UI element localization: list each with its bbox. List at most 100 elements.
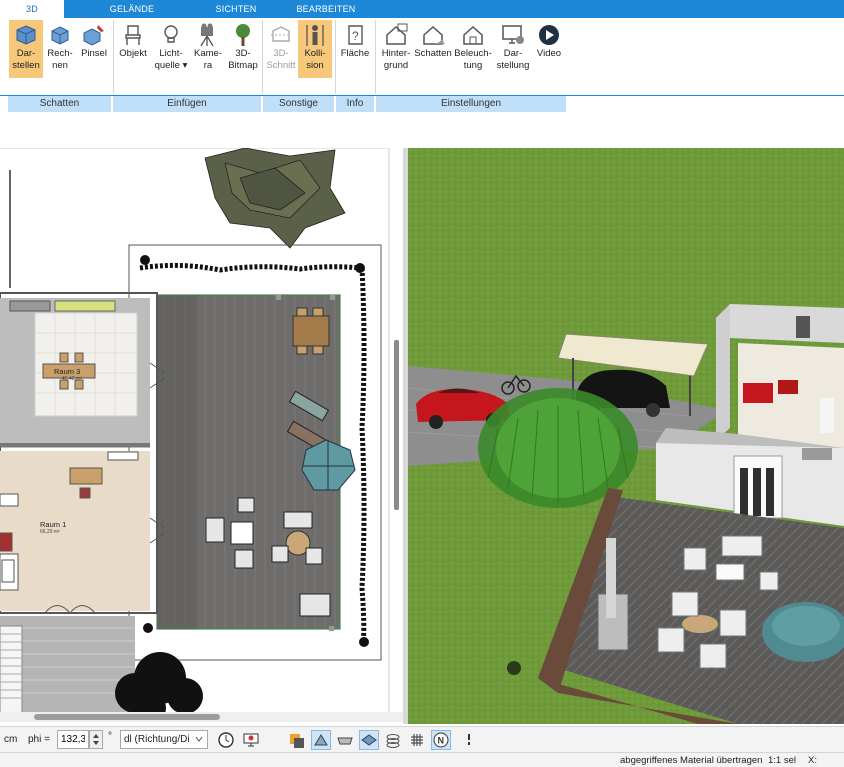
rechnen-button[interactable]: Rech- nen — [45, 20, 75, 78]
darstellen-label-1: Dar- — [16, 48, 36, 59]
schatten-label: Schatten — [414, 48, 452, 59]
more-icon[interactable] — [459, 730, 479, 750]
room-label-raum3: Raum 3 — [54, 367, 81, 376]
rechnen-label-2: nen — [52, 60, 68, 71]
beleuchtung-label-2: tung — [463, 60, 483, 71]
phi-label: phi = — [28, 734, 50, 745]
cursor-snap-icon[interactable] — [311, 730, 331, 750]
grid-icon[interactable] — [407, 730, 427, 750]
svg-text:?: ? — [352, 29, 359, 43]
bitmap-3d-label-2: Bitmap — [228, 60, 258, 71]
tab-sichten[interactable]: SICHTEN — [200, 0, 272, 18]
area-question-icon: ? — [348, 25, 363, 45]
darstellung-label-2: stellung — [496, 60, 530, 71]
tab-gelaende[interactable]: GELÄNDE — [96, 0, 168, 18]
house-background-icon — [386, 23, 408, 45]
flaeche-button[interactable]: ? Fläche — [338, 20, 372, 78]
beleuchtung-label-1: Beleuch- — [454, 48, 492, 59]
lichtquelle-label-1: Licht- — [159, 48, 183, 59]
pinsel-button[interactable]: Pinsel — [78, 20, 110, 78]
kollision-button[interactable]: Kolli- sion — [298, 20, 332, 78]
group-label-sonstige: Sonstige — [263, 96, 335, 112]
rechnen-label-1: Rech- — [47, 48, 73, 59]
kamera-label-2: ra — [203, 60, 213, 71]
stepper-arrows-icon — [93, 734, 99, 745]
lichtquelle-button[interactable]: Licht- quelle ▾ — [153, 20, 189, 78]
clock-icon[interactable] — [216, 730, 236, 750]
darstellen-button[interactable]: Dar- stellen — [9, 20, 43, 78]
tab-bearbeiten[interactable]: BEARBEITEN — [290, 0, 362, 18]
degree-label: ° — [108, 731, 112, 742]
group-separator — [335, 20, 336, 94]
room-label-raum1: Raum 1 — [40, 520, 67, 529]
kamera-label-1: Kame- — [194, 48, 222, 59]
schnitt-3d-label-2: Schnitt — [266, 60, 296, 71]
video-label: Video — [536, 48, 562, 59]
north-icon[interactable]: N — [431, 730, 451, 750]
schnitt-3d-button[interactable]: 3D- Schnitt — [265, 20, 297, 78]
objekt-button[interactable]: Objekt — [116, 20, 150, 78]
objekt-label: Objekt — [119, 48, 147, 59]
surface-icon[interactable] — [359, 730, 379, 750]
bitmap-3d-label-1: 3D- — [235, 48, 251, 59]
cube-calc-icon — [51, 26, 69, 45]
house-light-icon — [463, 25, 483, 45]
plan-vertical-scrollbar[interactable] — [394, 340, 399, 510]
group-label-schatten: Schatten — [8, 96, 112, 112]
monitor-settings-icon — [502, 25, 524, 44]
layers-icon[interactable] — [287, 730, 307, 750]
schatten-button[interactable]: Schatten — [414, 20, 452, 78]
beleuchtung-button[interactable]: Beleuch- tung — [453, 20, 493, 78]
status-coordinate-label: X: — [808, 755, 817, 766]
unit-label: cm — [4, 734, 18, 745]
group-separator — [262, 20, 263, 94]
flaeche-label: Fläche — [340, 48, 370, 59]
chevron-down-icon — [195, 735, 203, 743]
phi-input[interactable] — [57, 730, 89, 749]
chair-icon — [125, 25, 141, 45]
kollision-label-2: sion — [306, 60, 324, 71]
status-bar: abgegriffenes Material übertragen 1:1 se… — [0, 752, 844, 767]
bottom-toolbar: cm phi = ° dl (Richtung/Di N — [0, 726, 844, 752]
darstellung-label-1: Dar- — [503, 48, 523, 59]
plan-tree-top — [204, 148, 346, 249]
hintergrund-label-2: grund — [383, 60, 409, 71]
cube-brush-icon — [83, 25, 104, 46]
plan-umbrella — [301, 439, 356, 491]
monitor-icon[interactable] — [241, 730, 261, 750]
cube-render-icon — [16, 25, 36, 45]
view-3d[interactable] — [408, 148, 844, 724]
light-bulb-icon — [164, 25, 178, 43]
plan-view-2d[interactable]: Raum 3 45,42 m² Raum 1 66,29 m² — [0, 148, 403, 714]
group-separator — [375, 20, 376, 94]
kamera-button[interactable]: Kame- ra — [191, 20, 225, 78]
hatch-icon[interactable] — [335, 730, 355, 750]
stack-icon[interactable] — [383, 730, 403, 750]
camera-icon — [200, 23, 214, 47]
pinsel-label: Pinsel — [81, 48, 107, 59]
darstellen-label-2: stellen — [12, 60, 40, 71]
plan-scroll-thumb[interactable] — [34, 714, 220, 720]
room-area-raum3: 45,42 m² — [62, 376, 82, 382]
house-shadow-icon — [423, 25, 445, 45]
status-scale: 1:1 sel — [768, 755, 796, 766]
group-separator — [113, 20, 114, 94]
hintergrund-button[interactable]: Hinter- grund — [378, 20, 414, 78]
video-button[interactable]: Video — [534, 20, 564, 78]
status-message: abgegriffenes Material übertragen — [620, 755, 763, 766]
plan-canvas — [0, 148, 390, 714]
group-label-info: Info — [336, 96, 375, 112]
phi-stepper[interactable] — [89, 730, 103, 749]
dl-select-value: dl (Richtung/Di — [124, 734, 190, 745]
ribbon-border — [0, 95, 844, 96]
svg-text:N: N — [438, 736, 445, 746]
tree-icon — [236, 24, 250, 46]
darstellung-button[interactable]: Dar- stellung — [494, 20, 532, 78]
bitmap-3d-button[interactable]: 3D- Bitmap — [226, 20, 260, 78]
tab-3d[interactable]: 3D — [0, 0, 64, 18]
group-label-einstellungen: Einstellungen — [376, 96, 567, 112]
person-collision-icon — [306, 25, 324, 46]
scene-3d-canvas — [408, 148, 844, 724]
section-icon — [271, 26, 291, 42]
ribbon-tab-bar: 3D GELÄNDE SICHTEN BEARBEITEN — [0, 0, 844, 18]
